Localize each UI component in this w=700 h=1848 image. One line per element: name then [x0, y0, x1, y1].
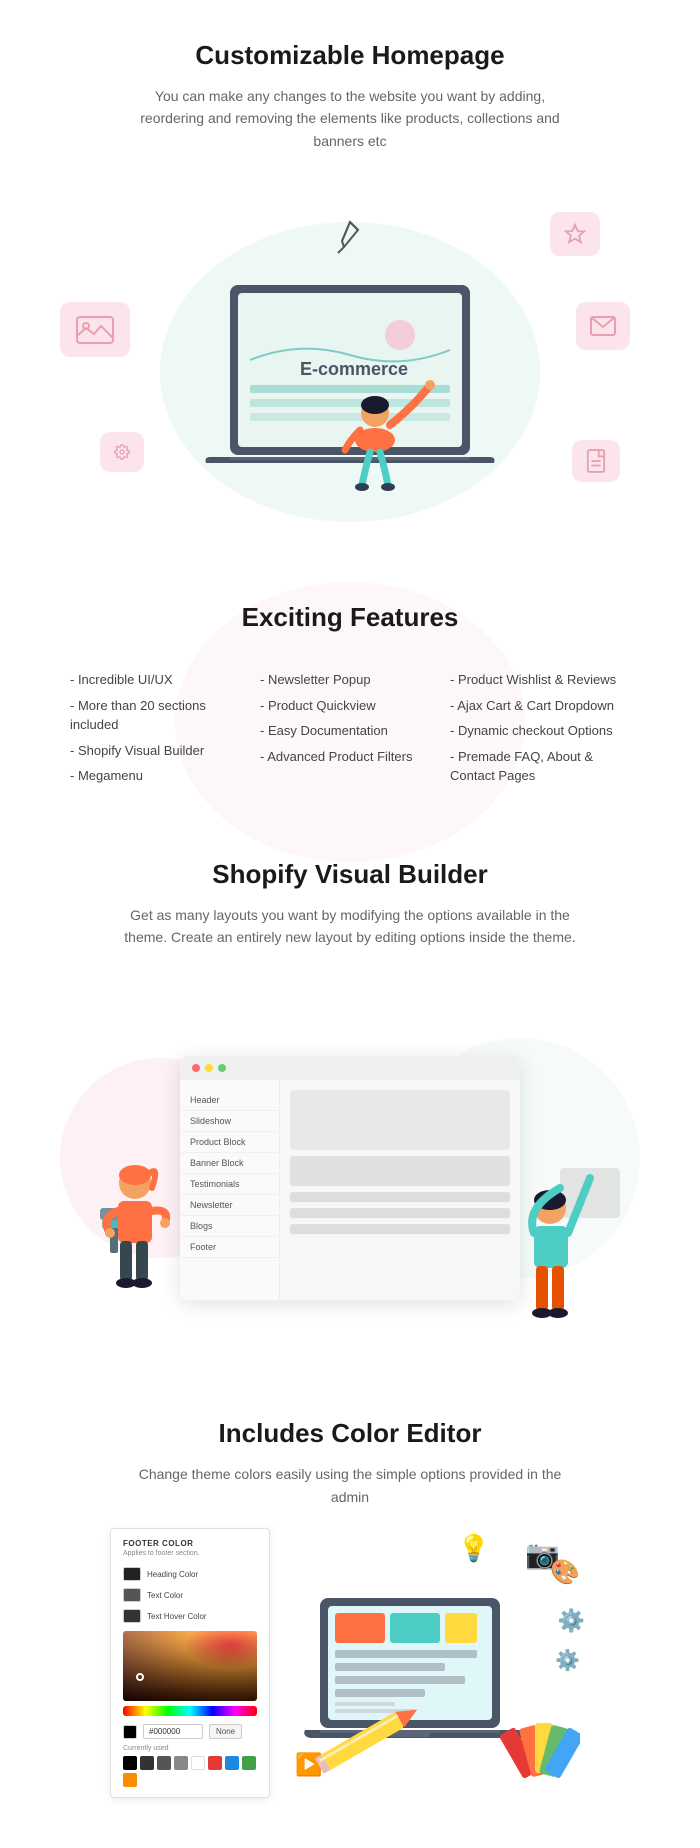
- color-panel-subtitle: Applies to footer section.: [123, 1550, 257, 1557]
- feature-item: - More than 20 sections included: [70, 693, 250, 738]
- color-description: Change theme colors easily using the sim…: [120, 1463, 580, 1508]
- color-panel: FOOTER COLOR Applies to footer section. …: [110, 1528, 270, 1798]
- none-button[interactable]: None: [209, 1724, 242, 1739]
- browser-dot-yellow: [205, 1064, 213, 1072]
- feature-item: - Newsletter Popup: [260, 667, 440, 693]
- sidebar-item-product-block[interactable]: Product Block: [180, 1132, 279, 1153]
- browser-bar: [180, 1056, 520, 1080]
- color-swatch-heading[interactable]: [123, 1567, 141, 1581]
- features-title: Exciting Features: [40, 602, 660, 633]
- currently-used-label: Currently used: [123, 1745, 257, 1752]
- feature-item: - Easy Documentation: [260, 718, 440, 744]
- sidebar-item-slideshow[interactable]: Slideshow: [180, 1111, 279, 1132]
- gear2-icon: ⚙️: [555, 1648, 580, 1673]
- color-section: Includes Color Editor Change theme color…: [0, 1388, 700, 1848]
- sidebar-item-newsletter[interactable]: Newsletter: [180, 1195, 279, 1216]
- builder-description: Get as many layouts you want by modifyin…: [120, 904, 580, 949]
- sidebar-item-blogs[interactable]: Blogs: [180, 1216, 279, 1237]
- gear-icon: ⚙️: [558, 1608, 585, 1634]
- hero-section: Customizable Homepage You can make any c…: [0, 0, 700, 542]
- hex-row: None: [123, 1724, 257, 1739]
- hero-title: Customizable Homepage: [60, 40, 640, 71]
- figure-left: [80, 1153, 190, 1338]
- content-placeholder-4: [290, 1208, 510, 1218]
- mini-swatch[interactable]: [140, 1756, 154, 1770]
- browser-mockup: Header Slideshow Product Block Banner Bl…: [180, 1056, 520, 1300]
- features-col2: - Newsletter Popup - Product Quickview -…: [260, 667, 440, 789]
- float-pen-icon: [336, 217, 364, 260]
- color-illustration: FOOTER COLOR Applies to footer section. …: [60, 1528, 640, 1808]
- browser-dot-red: [192, 1064, 200, 1072]
- content-placeholder-3: [290, 1192, 510, 1202]
- feature-item: - Advanced Product Filters: [260, 744, 440, 770]
- hex-preview-swatch: [123, 1725, 137, 1739]
- color-panel-title: FOOTER COLOR: [123, 1539, 257, 1548]
- mini-swatch[interactable]: [225, 1756, 239, 1770]
- builder-section: Shopify Visual Builder Get as many layou…: [0, 829, 700, 1359]
- color-label-text: Text Color: [147, 1591, 183, 1600]
- float-star-icon: [550, 212, 600, 256]
- mini-swatch[interactable]: [157, 1756, 171, 1770]
- color-row-hover: Text Hover Color: [123, 1609, 257, 1623]
- color-title: Includes Color Editor: [60, 1418, 640, 1449]
- mini-swatch[interactable]: [208, 1756, 222, 1770]
- bulb-icon: 💡: [458, 1533, 490, 1564]
- feature-item: - Incredible UI/UX: [70, 667, 250, 693]
- features-section: Exciting Features - Incredible UI/UX - M…: [0, 572, 700, 829]
- feature-item: - Shopify Visual Builder: [70, 738, 250, 764]
- figure-right: [510, 1148, 630, 1343]
- mini-swatch[interactable]: [123, 1773, 137, 1787]
- sidebar-item-header[interactable]: Header: [180, 1090, 279, 1111]
- color-label-hover: Text Hover Color: [147, 1612, 207, 1621]
- hero-illustration: E-commerce: [0, 202, 700, 542]
- content-placeholder-5: [290, 1224, 510, 1234]
- color-row-heading: Heading Color: [123, 1567, 257, 1581]
- content-placeholder-2: [290, 1156, 510, 1186]
- color-picker-area: [123, 1631, 257, 1716]
- features-grid: - Incredible UI/UX - More than 20 sectio…: [40, 657, 660, 799]
- feature-item: - Dynamic checkout Options: [450, 718, 630, 744]
- float-email-icon: [576, 302, 630, 350]
- mini-swatch[interactable]: [191, 1756, 205, 1770]
- sidebar-item-testimonials[interactable]: Testimonials: [180, 1174, 279, 1195]
- mini-swatch[interactable]: [174, 1756, 188, 1770]
- color-swatch-text[interactable]: [123, 1588, 141, 1602]
- feature-item: - Premade FAQ, About & Contact Pages: [450, 744, 630, 789]
- hue-slider[interactable]: [123, 1706, 257, 1716]
- feature-item: - Ajax Cart & Cart Dropdown: [450, 693, 630, 719]
- builder-title: Shopify Visual Builder: [60, 859, 640, 890]
- sidebar-item-footer[interactable]: Footer: [180, 1237, 279, 1258]
- color-label-heading: Heading Color: [147, 1570, 198, 1579]
- color-swatches-fan: [500, 1708, 580, 1788]
- color-swatch-hover[interactable]: [123, 1609, 141, 1623]
- builder-illustration: Header Slideshow Product Block Banner Bl…: [0, 998, 700, 1358]
- mini-swatch[interactable]: [123, 1756, 137, 1770]
- laptop-illustration: E-commerce: [180, 265, 520, 510]
- hero-description: You can make any changes to the website …: [140, 85, 560, 152]
- float-doc-icon: [572, 440, 620, 482]
- feature-item: - Product Quickview: [260, 693, 440, 719]
- browser-sidebar: Header Slideshow Product Block Banner Bl…: [180, 1080, 280, 1300]
- browser-dot-green: [218, 1064, 226, 1072]
- float-image-icon: [60, 302, 130, 357]
- features-col3: - Product Wishlist & Reviews - Ajax Cart…: [450, 667, 630, 789]
- design-illustration-container: 📷 💡 🎨 ⚙️ ⚙️ ▶️: [290, 1528, 590, 1808]
- browser-content: Header Slideshow Product Block Banner Bl…: [180, 1080, 520, 1300]
- paint-icon: 🎨: [550, 1558, 580, 1587]
- feature-item: - Megamenu: [70, 763, 250, 789]
- features-col1: - Incredible UI/UX - More than 20 sectio…: [70, 667, 250, 789]
- browser-main: [280, 1080, 520, 1300]
- swatches-row: [123, 1756, 257, 1787]
- hex-input[interactable]: [143, 1724, 203, 1739]
- color-row-text: Text Color: [123, 1588, 257, 1602]
- mini-swatch[interactable]: [242, 1756, 256, 1770]
- content-placeholder-1: [290, 1090, 510, 1150]
- float-settings-icon: [100, 432, 144, 472]
- feature-item: - Product Wishlist & Reviews: [450, 667, 630, 693]
- sidebar-item-banner-block[interactable]: Banner Block: [180, 1153, 279, 1174]
